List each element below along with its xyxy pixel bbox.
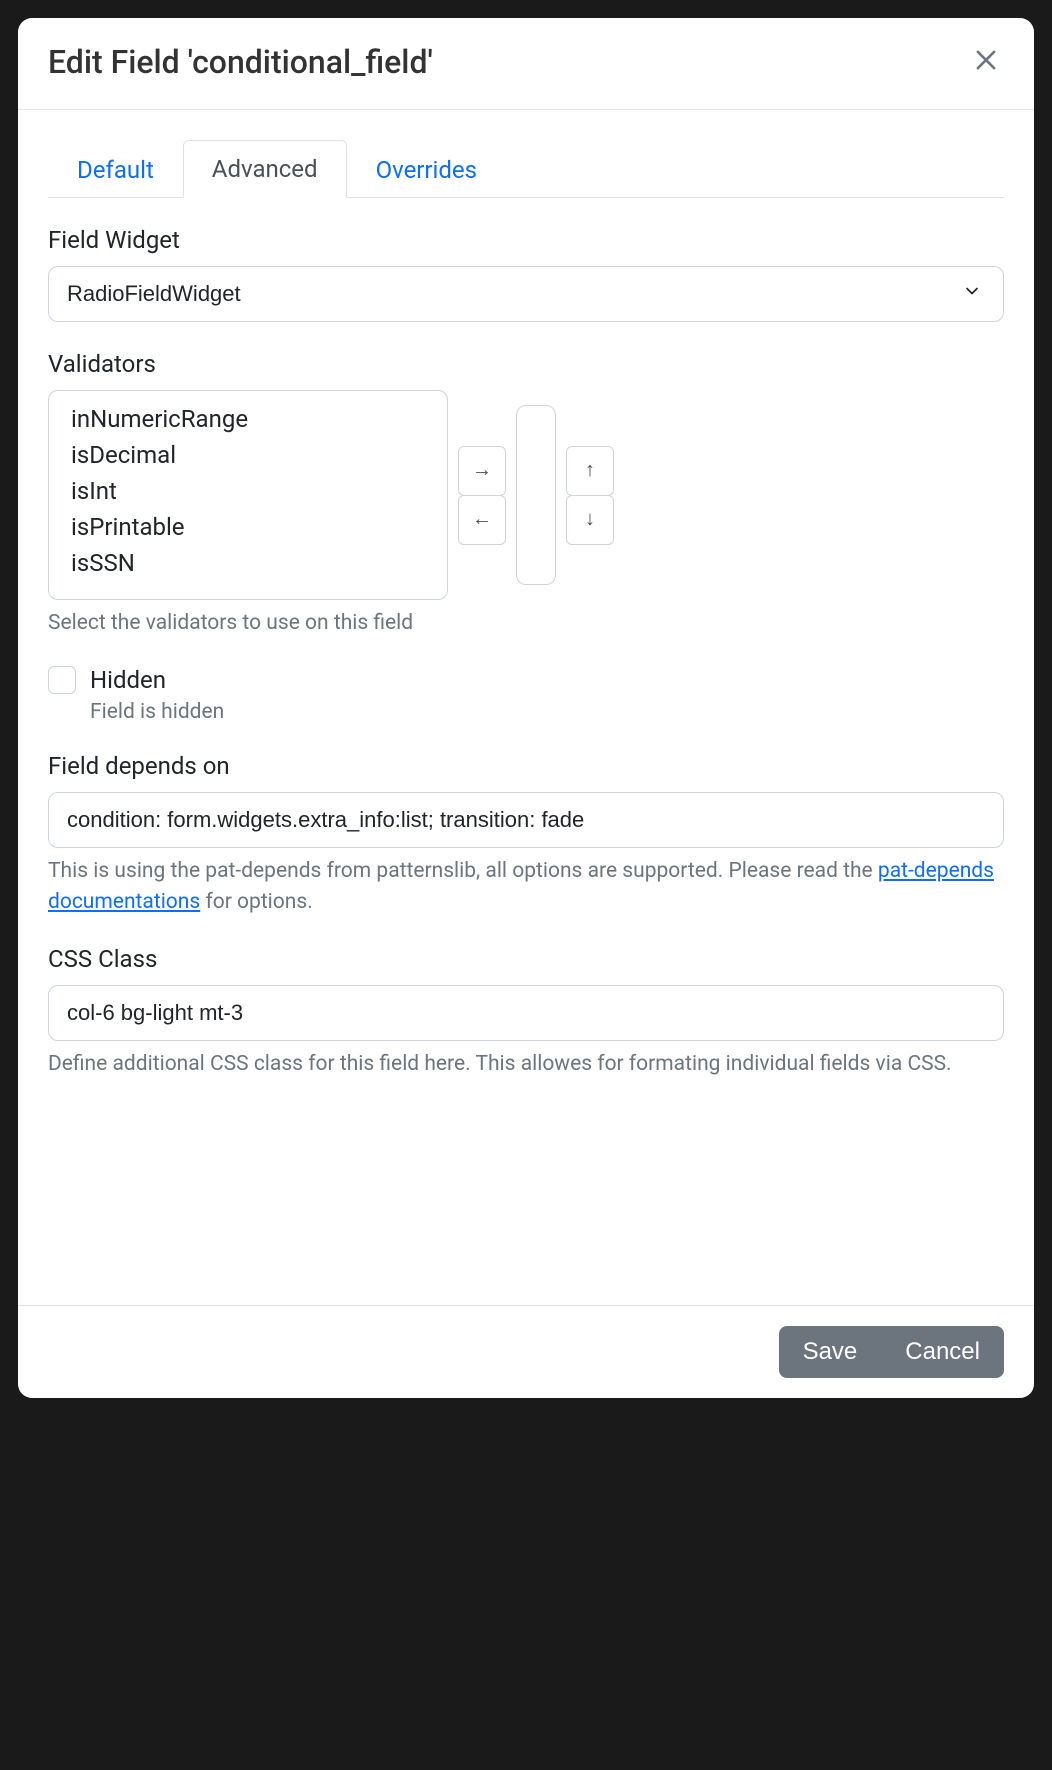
validators-row: inNumericRange isDecimal isInt isPrintab…: [48, 390, 1004, 600]
field-widget-label: Field Widget: [48, 226, 1004, 254]
validator-option[interactable]: inNumericRange: [49, 401, 447, 437]
validator-option[interactable]: isInt: [49, 473, 447, 509]
cancel-button[interactable]: Cancel: [881, 1326, 1004, 1378]
hidden-group: Hidden Field is hidden: [48, 666, 1004, 724]
move-down-button[interactable]: ↓: [566, 495, 614, 545]
tab-default[interactable]: Default: [48, 140, 183, 198]
validators-group: Validators inNumericRange isDecimal isIn…: [48, 350, 1004, 638]
validator-option[interactable]: isDecimal: [49, 437, 447, 473]
move-up-button[interactable]: ↑: [566, 446, 614, 496]
validators-selected-list[interactable]: [516, 405, 556, 585]
close-icon: [972, 46, 1000, 77]
modal-footer: Save Cancel: [18, 1305, 1034, 1398]
modal-title: Edit Field 'conditional_field': [48, 43, 433, 81]
arrow-right-icon: →: [472, 459, 492, 482]
move-right-button[interactable]: →: [458, 446, 506, 496]
css-class-input[interactable]: [48, 985, 1004, 1041]
depends-on-help-pre: This is using the pat-depends from patte…: [48, 859, 878, 883]
validators-available-list[interactable]: inNumericRange isDecimal isInt isPrintab…: [48, 390, 448, 600]
tab-advanced[interactable]: Advanced: [183, 140, 347, 198]
move-left-right-col: → ←: [458, 446, 506, 544]
validator-option[interactable]: isPrintable: [49, 509, 447, 545]
depends-on-help-post: for options.: [200, 890, 313, 914]
validators-help: Select the validators to use on this fie…: [48, 608, 1004, 638]
hidden-label: Hidden: [90, 666, 166, 694]
tabs: Default Advanced Overrides: [48, 140, 1004, 198]
validators-label: Validators: [48, 350, 1004, 378]
modal-header: Edit Field 'conditional_field': [18, 18, 1034, 110]
depends-on-label: Field depends on: [48, 752, 1004, 780]
hidden-checkbox[interactable]: [48, 666, 76, 694]
field-widget-group: Field Widget: [48, 226, 1004, 322]
save-button[interactable]: Save: [779, 1326, 882, 1378]
field-widget-select-wrap: [48, 266, 1004, 322]
edit-field-modal: Edit Field 'conditional_field' Default A…: [18, 18, 1034, 1398]
hidden-sublabel: Field is hidden: [90, 700, 1004, 724]
css-class-label: CSS Class: [48, 945, 1004, 973]
depends-on-input[interactable]: [48, 792, 1004, 848]
close-button[interactable]: [968, 42, 1004, 81]
tab-overrides[interactable]: Overrides: [347, 140, 506, 198]
move-left-button[interactable]: ←: [458, 495, 506, 545]
validator-option[interactable]: isSSN: [49, 545, 447, 581]
arrow-up-icon: ↑: [585, 459, 595, 482]
field-widget-select[interactable]: [48, 266, 1004, 322]
arrow-left-icon: ←: [472, 508, 492, 531]
depends-on-help: This is using the pat-depends from patte…: [48, 856, 1004, 917]
depends-on-group: Field depends on This is using the pat-d…: [48, 752, 1004, 917]
arrow-down-icon: ↓: [585, 508, 595, 531]
css-class-help: Define additional CSS class for this fie…: [48, 1049, 1004, 1079]
css-class-group: CSS Class Define additional CSS class fo…: [48, 945, 1004, 1079]
modal-body: Default Advanced Overrides Field Widget …: [18, 110, 1034, 1305]
move-up-down-col: ↑ ↓: [566, 446, 614, 544]
